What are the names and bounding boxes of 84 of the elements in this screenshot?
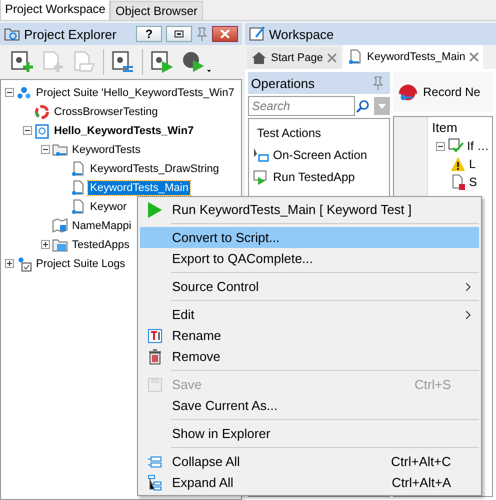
properties-icon[interactable] [111,50,135,74]
tree-item[interactable]: KeywordTests_DrawString [88,162,221,176]
expander-icon[interactable] [5,88,14,97]
trash-icon [148,348,162,364]
panel-title: Project Explorer [24,26,118,42]
pin-icon[interactable] [196,27,208,41]
tree-item[interactable]: Project Suite 'Hello_KeywordTests_Win7 [34,86,236,100]
add-item-icon[interactable] [10,50,34,74]
document-tab[interactable]: KeywordTests_Main [342,45,484,69]
project-icon [34,122,50,138]
check-condition-icon [448,138,464,154]
menu-item[interactable]: Rename [140,325,479,346]
workspace-tab[interactable]: Object Browser [110,1,203,20]
pin-icon[interactable] [372,76,384,90]
menu-item[interactable]: Edit [140,304,479,325]
document-icon [450,174,466,190]
test-key-icon [70,198,86,214]
operation-item[interactable]: On-Screen Action [273,148,368,162]
tree-expand-icon [148,474,162,490]
menu-item[interactable]: Convert to Script... [140,227,479,248]
restore-icon [174,30,184,38]
panel-title: Workspace [269,26,335,42]
expander-icon[interactable] [23,126,32,135]
pencil-window-icon [249,26,265,42]
menu-item[interactable]: Remove [140,346,479,367]
run-icon[interactable] [150,50,174,74]
folder-key-icon [52,142,68,158]
explorer-icon [4,26,20,42]
map-icon [52,218,68,234]
tree-item[interactable]: KeywordTests_Main [88,180,190,194]
category-header: Test Actions [257,126,322,140]
tree-item[interactable]: TestedApps [70,238,132,252]
tree-item[interactable]: KeywordTests [70,142,142,156]
search-icon[interactable] [356,99,370,113]
expander-icon[interactable] [5,259,14,268]
tree-item[interactable]: CrossBrowserTesting [52,104,160,118]
cursor-monitor-icon [253,147,269,163]
suite-icon [16,84,32,100]
menu-item[interactable]: Show in Explorer [140,423,479,444]
expander-icon[interactable] [41,145,50,154]
logs-icon [16,256,32,272]
warning-icon [450,156,466,172]
caret-icon [378,104,386,108]
grid-item[interactable]: S [469,175,478,189]
rename-icon [148,328,162,342]
operations-header: Operations [248,72,390,94]
workspace-tab[interactable]: Project Workspace [0,0,110,20]
restore-button[interactable] [166,26,192,42]
test-key-icon [70,160,86,176]
run-dropdown-icon[interactable] [181,50,211,74]
close-icon [220,30,230,38]
tree-item[interactable]: Project Suite Logs [34,256,128,270]
menu-item[interactable]: Collapse All Ctrl+Alt+C [140,451,479,472]
operation-item[interactable]: Run TestedApp [273,170,355,184]
open-folder-icon [72,50,96,74]
menu-item[interactable]: Expand All Ctrl+Alt+A [140,472,479,493]
new-item-icon [41,50,65,74]
menu-item[interactable]: Export to QAComplete... [140,248,479,269]
document-tab[interactable]: Start Page [247,47,341,69]
column-header: Item [432,118,458,136]
close-icon[interactable] [469,52,480,62]
test-key-icon [70,180,86,196]
menu-item[interactable]: Source Control [140,276,479,297]
expander-icon[interactable] [41,240,50,249]
search-field[interactable]: Search [248,96,355,116]
folder-window-icon [52,236,68,252]
collapse-icon [148,456,162,468]
ring-icon [34,104,50,120]
tree-item[interactable]: Hello_KeywordTests_Win7 [52,124,196,138]
window-play-icon [253,169,269,185]
close-icon[interactable] [326,53,337,63]
close-button[interactable] [212,26,238,42]
tree-item[interactable]: NameMappi [70,218,134,232]
home-icon [251,50,267,66]
grid-item[interactable]: If … [467,139,490,153]
record-label[interactable]: Record Ne [423,85,480,99]
expander-icon[interactable] [436,142,445,150]
help-button[interactable]: ? [136,26,162,42]
menu-item[interactable]: Run KeywordTests_Main [ Keyword Test ] [140,199,479,220]
grid-item[interactable]: L [469,157,476,171]
play-icon [148,202,162,218]
tree-item[interactable]: Keywor [88,200,129,214]
menu-item[interactable]: Save Current As... [140,395,479,416]
test-key-icon [346,49,363,65]
